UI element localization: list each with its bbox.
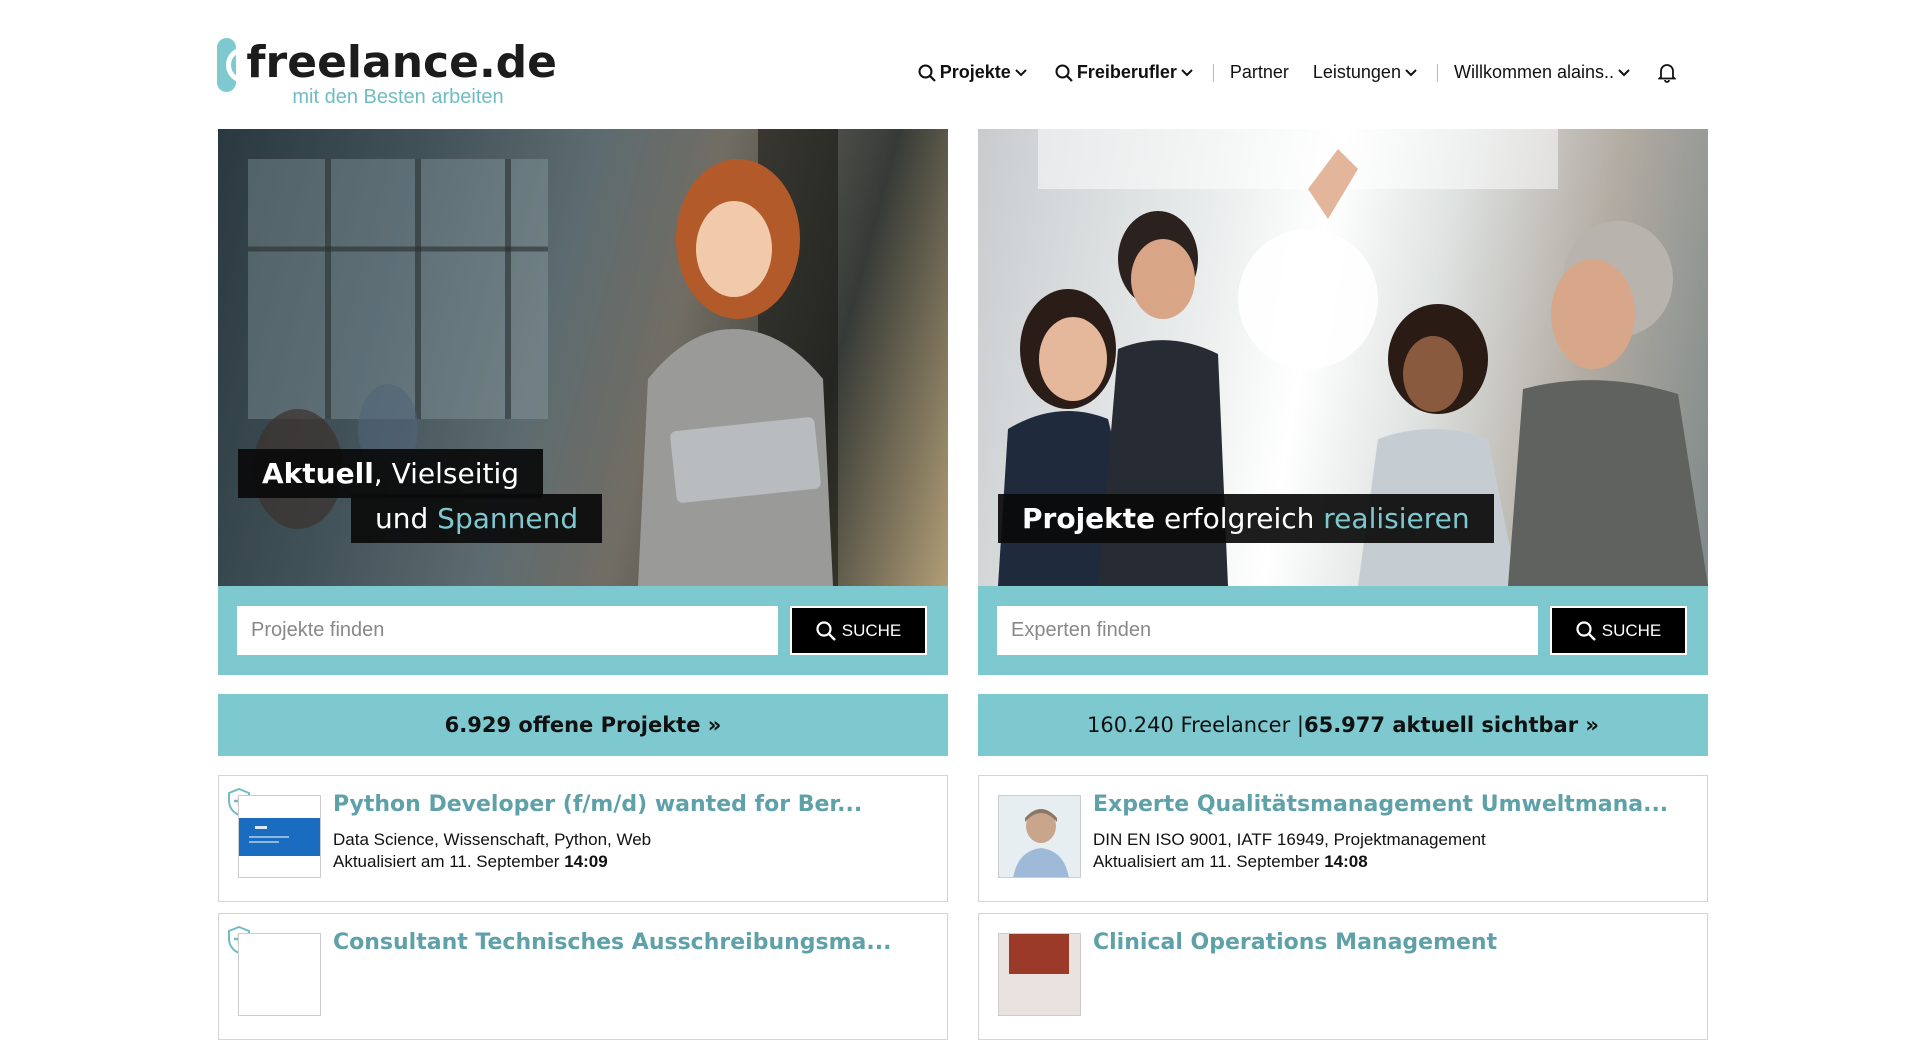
project-card[interactable]: Consultant Technisches Ausschreibungsma.… <box>218 913 948 1040</box>
bell-icon <box>1658 63 1676 83</box>
project-search-bar: SUCHE <box>218 586 948 675</box>
logo-name: freelance.de <box>246 37 557 88</box>
nav-freiberufler[interactable]: Freiberufler <box>1043 62 1209 83</box>
notifications-button[interactable] <box>1646 63 1692 83</box>
expert-search-input[interactable] <box>997 606 1538 655</box>
site-header: f freelance.de mit den Besten arbeiten P… <box>0 0 1920 125</box>
project-search-input[interactable] <box>237 606 778 655</box>
logo[interactable]: f freelance.de mit den Besten arbeiten <box>217 38 557 114</box>
main-nav: Projekte Freiberufler Partner Leistungen… <box>906 62 1692 83</box>
project-card-title[interactable]: Consultant Technisches Ausschreibungsma.… <box>333 930 891 955</box>
nav-account[interactable]: Willkommen alains.. <box>1442 62 1646 83</box>
expert-search-button[interactable]: SUCHE <box>1550 606 1687 655</box>
project-thumbnail <box>238 933 321 1016</box>
project-column: Aktuell, Vielseitig und Spannend SUCHE 6… <box>218 129 948 1040</box>
nav-leistungen-label: Leistungen <box>1312 62 1401 82</box>
nav-account-label: Willkommen alains.. <box>1453 62 1614 82</box>
search-icon <box>918 64 936 82</box>
freelancer-card-title[interactable]: Experte Qualitätsmanagement Umweltmana..… <box>1093 792 1668 817</box>
search-icon <box>1055 64 1073 82</box>
project-thumbnail <box>238 795 321 878</box>
nav-divider <box>1212 63 1214 82</box>
chevron-down-icon <box>1181 68 1193 76</box>
search-icon <box>816 620 836 641</box>
open-projects-link[interactable]: 6.929 offene Projekte » <box>218 694 948 756</box>
freelancer-avatar <box>998 933 1081 1016</box>
freelancer-card-title[interactable]: Clinical Operations Management <box>1093 930 1497 955</box>
freelancer-card-updated: Aktualisiert am 11. September 14:08 <box>1093 852 1368 871</box>
nav-partner-label: Partner <box>1229 62 1289 82</box>
freelancer-count-link[interactable]: 160.240 Freelancer | 65.977 aktuell sich… <box>978 694 1708 756</box>
freelancer-card-tags: DIN EN ISO 9001, IATF 16949, Projektmana… <box>1093 830 1486 849</box>
nav-projekte[interactable]: Projekte <box>906 62 1043 83</box>
hero-image-freelancers: Projekte erfolgreich realisieren <box>978 129 1708 586</box>
project-card-tags: Data Science, Wissenschaft, Python, Web <box>333 830 652 849</box>
project-search-button[interactable]: SUCHE <box>790 606 927 655</box>
project-card[interactable]: Python Developer (f/m/d) wanted for Ber.… <box>218 775 948 902</box>
hero-image-projects: Aktuell, Vielseitig und Spannend <box>218 129 948 586</box>
chevron-down-icon <box>1405 68 1417 76</box>
hero-tagline-line1: Aktuell, Vielseitig <box>238 449 544 498</box>
nav-projekte-label: Projekte <box>939 62 1011 82</box>
freelancer-column: Projekte erfolgreich realisieren SUCHE 1… <box>978 129 1708 1040</box>
logo-mark-icon: f <box>217 38 262 92</box>
project-card-updated: Aktualisiert am 11. September 14:09 <box>333 852 608 871</box>
chevron-down-icon <box>1618 68 1630 76</box>
project-card-title[interactable]: Python Developer (f/m/d) wanted for Ber.… <box>333 792 862 817</box>
hero-tagline: Projekte erfolgreich realisieren <box>998 494 1494 543</box>
nav-leistungen[interactable]: Leistungen <box>1301 62 1433 83</box>
expert-search-bar: SUCHE <box>978 586 1708 675</box>
search-icon <box>1576 620 1596 641</box>
nav-partner[interactable]: Partner <box>1218 62 1301 83</box>
logo-tagline: mit den Besten arbeiten <box>292 86 504 108</box>
hero-tagline-line2: und Spannend <box>351 494 603 543</box>
freelancer-card[interactable]: Experte Qualitätsmanagement Umweltmana..… <box>978 775 1708 902</box>
nav-divider <box>1436 63 1438 82</box>
freelancer-card[interactable]: Clinical Operations Management <box>978 913 1708 1040</box>
freelancer-avatar <box>998 795 1081 878</box>
nav-freiberufler-label: Freiberufler <box>1076 62 1177 82</box>
chevron-down-icon <box>1015 68 1027 76</box>
